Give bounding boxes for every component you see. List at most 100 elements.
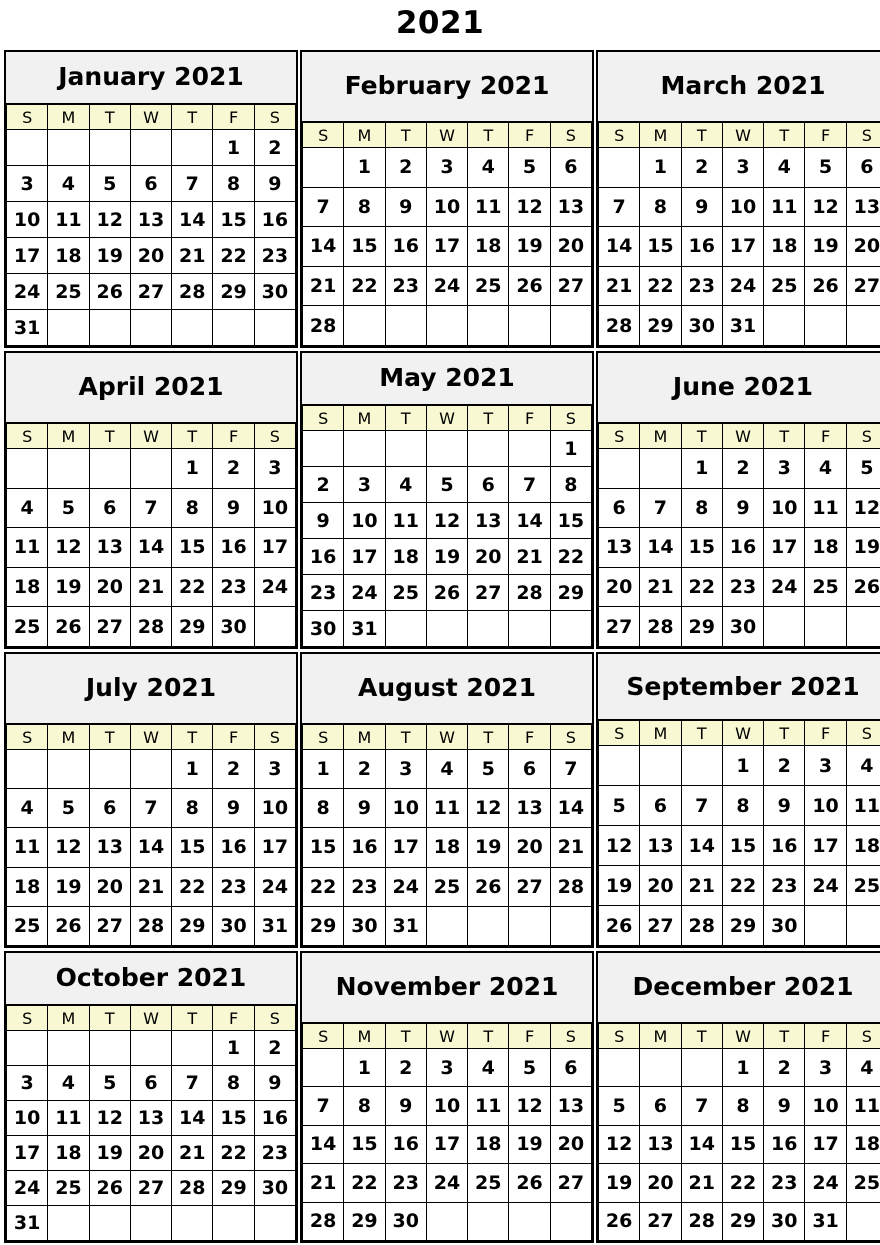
day-cell[interactable]: 9 bbox=[253, 1065, 296, 1101]
day-cell[interactable]: 2 bbox=[343, 748, 386, 790]
day-cell[interactable]: 16 bbox=[302, 538, 345, 575]
day-cell[interactable]: 6 bbox=[845, 147, 880, 188]
day-cell[interactable]: 18 bbox=[467, 226, 510, 267]
day-cell[interactable]: 26 bbox=[508, 265, 551, 307]
day-cell[interactable]: 26 bbox=[88, 1170, 131, 1206]
day-cell[interactable]: 4 bbox=[6, 487, 49, 529]
day-cell[interactable]: 11 bbox=[6, 527, 49, 568]
day-cell[interactable]: 25 bbox=[467, 265, 510, 307]
day-cell[interactable]: 7 bbox=[129, 788, 173, 829]
day-cell[interactable]: 29 bbox=[680, 606, 723, 647]
day-cell[interactable]: 15 bbox=[343, 1124, 386, 1165]
day-cell[interactable]: 16 bbox=[253, 201, 296, 238]
day-cell[interactable]: 14 bbox=[171, 1100, 214, 1136]
day-cell[interactable]: 5 bbox=[598, 785, 641, 826]
day-cell[interactable]: 14 bbox=[171, 201, 214, 238]
day-cell[interactable]: 23 bbox=[763, 865, 806, 906]
day-cell[interactable]: 17 bbox=[6, 1135, 49, 1171]
day-cell[interactable]: 6 bbox=[639, 1086, 682, 1126]
day-cell[interactable]: 23 bbox=[212, 866, 255, 907]
day-cell[interactable]: 12 bbox=[47, 827, 90, 868]
day-cell[interactable]: 16 bbox=[763, 1124, 806, 1165]
day-cell[interactable]: 2 bbox=[721, 448, 765, 489]
day-cell[interactable]: 26 bbox=[88, 273, 131, 310]
day-cell[interactable]: 13 bbox=[549, 186, 592, 228]
day-cell[interactable]: 8 bbox=[721, 785, 765, 826]
day-cell[interactable]: 14 bbox=[129, 527, 173, 568]
day-cell[interactable]: 6 bbox=[467, 466, 510, 503]
day-cell[interactable]: 29 bbox=[549, 574, 592, 611]
day-cell[interactable]: 21 bbox=[549, 827, 592, 868]
day-cell[interactable]: 30 bbox=[253, 1170, 296, 1206]
day-cell[interactable]: 1 bbox=[171, 448, 214, 489]
day-cell[interactable]: 27 bbox=[549, 1163, 592, 1203]
day-cell[interactable]: 23 bbox=[212, 566, 255, 608]
day-cell[interactable]: 3 bbox=[253, 448, 296, 489]
day-cell[interactable]: 11 bbox=[845, 785, 880, 826]
day-cell[interactable]: 25 bbox=[6, 905, 49, 946]
day-cell[interactable]: 25 bbox=[845, 865, 880, 906]
day-cell[interactable]: 6 bbox=[549, 1047, 592, 1088]
day-cell[interactable]: 21 bbox=[171, 1135, 214, 1171]
day-cell[interactable]: 28 bbox=[549, 866, 592, 907]
day-cell[interactable]: 4 bbox=[425, 748, 469, 790]
day-cell[interactable]: 19 bbox=[88, 237, 131, 274]
day-cell[interactable]: 4 bbox=[804, 448, 847, 489]
day-cell[interactable]: 24 bbox=[804, 865, 847, 906]
day-cell[interactable]: 9 bbox=[212, 788, 255, 829]
day-cell[interactable]: 17 bbox=[425, 226, 469, 267]
day-cell[interactable]: 22 bbox=[721, 865, 765, 906]
day-cell[interactable]: 22 bbox=[721, 1163, 765, 1203]
day-cell[interactable]: 16 bbox=[253, 1100, 296, 1136]
day-cell[interactable]: 24 bbox=[425, 265, 469, 307]
day-cell[interactable]: 28 bbox=[171, 1170, 214, 1206]
day-cell[interactable]: 1 bbox=[721, 1047, 765, 1088]
day-cell[interactable]: 3 bbox=[721, 147, 765, 188]
day-cell[interactable]: 15 bbox=[721, 1124, 765, 1165]
day-cell[interactable]: 7 bbox=[171, 165, 214, 202]
day-cell[interactable]: 27 bbox=[598, 606, 641, 647]
day-cell[interactable]: 31 bbox=[384, 905, 427, 946]
day-cell[interactable]: 12 bbox=[804, 186, 847, 228]
day-cell[interactable]: 11 bbox=[467, 186, 510, 228]
day-cell[interactable]: 30 bbox=[384, 1201, 427, 1241]
day-cell[interactable]: 18 bbox=[47, 237, 90, 274]
day-cell[interactable]: 8 bbox=[212, 1065, 255, 1101]
day-cell[interactable]: 8 bbox=[171, 487, 214, 529]
day-cell[interactable]: 28 bbox=[639, 606, 682, 647]
day-cell[interactable]: 22 bbox=[680, 566, 723, 608]
day-cell[interactable]: 17 bbox=[6, 237, 49, 274]
day-cell[interactable]: 13 bbox=[508, 788, 551, 829]
day-cell[interactable]: 17 bbox=[804, 825, 847, 866]
day-cell[interactable]: 31 bbox=[721, 305, 765, 346]
day-cell[interactable]: 14 bbox=[302, 226, 345, 267]
day-cell[interactable]: 19 bbox=[508, 1124, 551, 1165]
day-cell[interactable]: 24 bbox=[425, 1163, 469, 1203]
day-cell[interactable]: 23 bbox=[763, 1163, 806, 1203]
day-cell[interactable]: 26 bbox=[425, 574, 469, 611]
day-cell[interactable]: 9 bbox=[384, 186, 427, 228]
day-cell[interactable]: 26 bbox=[47, 606, 90, 647]
day-cell[interactable]: 16 bbox=[721, 527, 765, 568]
day-cell[interactable]: 11 bbox=[6, 827, 49, 868]
day-cell[interactable]: 29 bbox=[171, 606, 214, 647]
day-cell[interactable]: 4 bbox=[845, 745, 880, 786]
day-cell[interactable]: 22 bbox=[171, 566, 214, 608]
day-cell[interactable]: 13 bbox=[129, 1100, 173, 1136]
day-cell[interactable]: 27 bbox=[129, 1170, 173, 1206]
day-cell[interactable]: 14 bbox=[508, 502, 551, 539]
day-cell[interactable]: 28 bbox=[302, 305, 345, 346]
day-cell[interactable]: 14 bbox=[680, 1124, 723, 1165]
day-cell[interactable]: 29 bbox=[721, 1201, 765, 1241]
day-cell[interactable]: 1 bbox=[302, 748, 345, 790]
day-cell[interactable]: 16 bbox=[680, 226, 723, 267]
day-cell[interactable]: 23 bbox=[343, 866, 386, 907]
day-cell[interactable]: 14 bbox=[302, 1124, 345, 1165]
day-cell[interactable]: 26 bbox=[467, 866, 510, 907]
day-cell[interactable]: 14 bbox=[598, 226, 641, 267]
day-cell[interactable]: 10 bbox=[343, 502, 386, 539]
day-cell[interactable]: 18 bbox=[6, 566, 49, 608]
day-cell[interactable]: 10 bbox=[253, 788, 296, 829]
day-cell[interactable]: 8 bbox=[343, 186, 386, 228]
day-cell[interactable]: 6 bbox=[549, 147, 592, 188]
